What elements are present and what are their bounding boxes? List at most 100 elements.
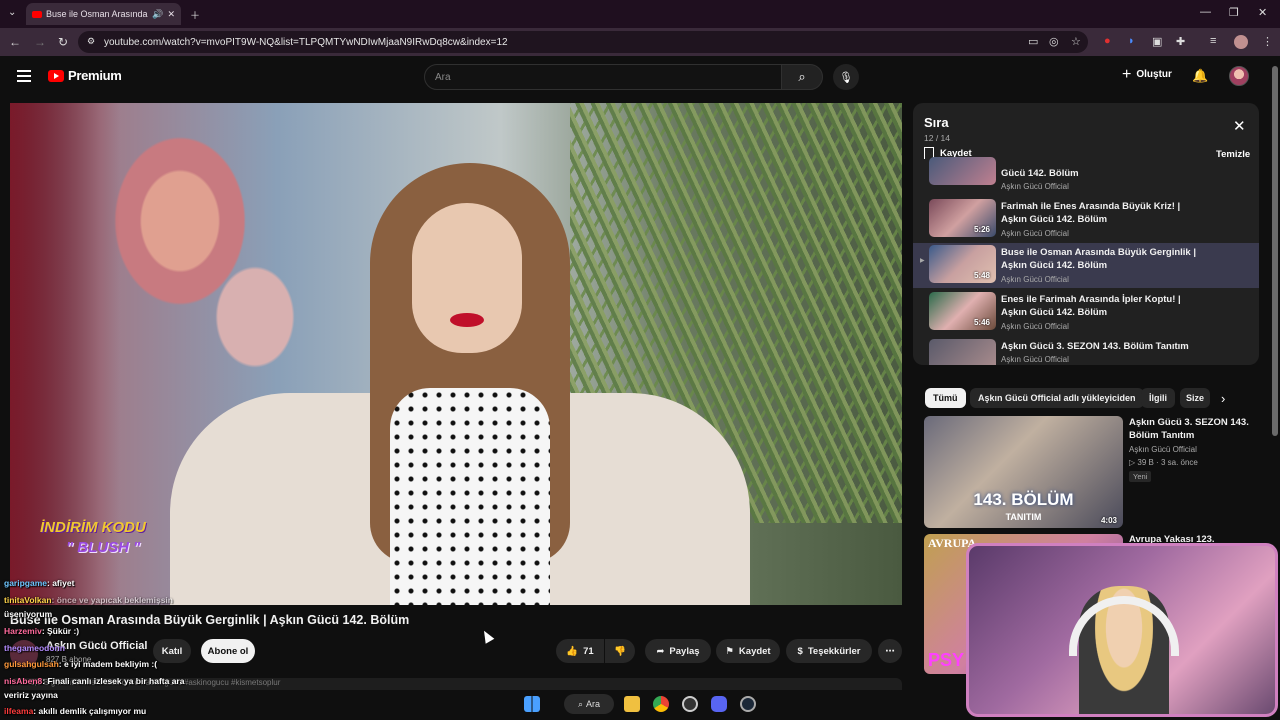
chat-user: Harzemiv — [4, 626, 42, 636]
thanks-label: Teşekkürler — [807, 645, 861, 657]
like-button[interactable]: 👍 71 — [556, 639, 604, 663]
steam-icon[interactable] — [740, 696, 756, 712]
address-bar[interactable]: ⚙ youtube.com/watch?v=mvoPIT9W-NQ&list=T… — [78, 31, 1088, 53]
streamer-webcam — [966, 543, 1278, 717]
chat-message: garipgame: afiyet — [4, 578, 74, 588]
cast-icon[interactable]: ▭ — [1028, 35, 1038, 48]
minimize-icon[interactable]: — — [1200, 6, 1211, 18]
chip-uploader[interactable]: Aşkın Gücü Official adlı yükleyiciden — [970, 388, 1144, 408]
search-input[interactable]: Ara — [424, 64, 782, 90]
new-tab-icon[interactable]: ＋ — [190, 7, 200, 22]
duration-badge: 5:26 — [973, 225, 990, 234]
thanks-button[interactable]: $ Teşekkürler — [786, 639, 872, 663]
discord-icon[interactable] — [711, 696, 727, 712]
back-icon[interactable]: ← — [9, 35, 21, 49]
playlist-item-current[interactable]: ▶ 5:48 Buse ile Osman Arasında Büyük Ger… — [913, 243, 1259, 288]
notifications-bell-icon[interactable]: 🔔 — [1192, 68, 1208, 84]
playlist-thumbnail: 5:26 — [929, 199, 996, 237]
chat-text: : e iyi madem bekliyim :( — [58, 659, 158, 669]
playlist-clear-button[interactable]: Temizle — [1216, 149, 1250, 160]
profile-avatar-icon[interactable] — [1234, 35, 1248, 49]
windows-start-icon[interactable] — [524, 696, 540, 712]
playlist-item-channel: Aşkın Gücü Official — [1001, 182, 1069, 191]
tab-close-icon[interactable]: ✕ — [167, 9, 175, 20]
chat-text: : afiyet — [47, 578, 75, 588]
playlist-item[interactable]: 5:26 Farimah ile Enes Arasında Büyük Kri… — [913, 197, 1259, 242]
save-bookmark-icon: ⚑ — [725, 645, 734, 657]
extension-shield-icon[interactable]: ▣ — [1152, 35, 1162, 48]
chat-user: garipgame — [4, 578, 47, 588]
create-button[interactable]: + Oluştur — [1122, 65, 1172, 83]
playlist-item-channel: Aşkın Gücü Official — [1001, 355, 1069, 364]
mouse-cursor — [479, 628, 495, 644]
chat-text: : Şükür :) — [41, 626, 80, 636]
chat-message: Harzemiv: Şükür :) — [4, 626, 79, 636]
share-button[interactable]: ➦ Paylaş — [645, 639, 711, 663]
playlist-thumbnail: 5:48 — [929, 245, 996, 283]
tab-search-icon[interactable]: ⌄ — [8, 7, 16, 18]
microphone-icon: 🎙 — [839, 71, 853, 84]
chevron-right-icon[interactable]: › — [1221, 391, 1225, 406]
playlist-item-title: Aşkın Gücü 3. SEZON 143. Bölüm Tanıtım — [1001, 341, 1189, 352]
playlist-item-title: Enes ile Farimah Arasında İpler Koptu! |… — [1001, 294, 1181, 318]
playlist-thumbnail: 5:46 — [929, 292, 996, 330]
extension-blue-icon[interactable]: ◗ — [1128, 35, 1135, 47]
polka-dot-top — [390, 388, 550, 605]
playlist-item[interactable]: Aşkın Gücü 3. SEZON 143. Bölüm Tanıtım A… — [913, 337, 1259, 365]
join-button[interactable]: Katıl — [153, 639, 191, 663]
chrome-icon[interactable] — [653, 696, 669, 712]
duration-badge: 5:48 — [973, 271, 990, 280]
file-explorer-icon[interactable] — [624, 696, 640, 712]
plus-icon: + — [1122, 65, 1132, 83]
restore-icon[interactable]: ❐ — [1229, 6, 1239, 19]
playlist-item-title: Gücü 142. Bölüm — [1001, 168, 1079, 179]
site-info-icon[interactable]: ⚙ — [87, 36, 95, 47]
menu-kebab-icon[interactable]: ⋮ — [1262, 35, 1273, 48]
voice-search-button[interactable]: 🎙 — [833, 64, 859, 90]
thanks-icon: $ — [797, 645, 803, 657]
video-player[interactable]: İNDİRİM KODU " BLUSH " — [10, 103, 902, 605]
taskbar-search-label: Ara — [586, 699, 601, 709]
account-avatar[interactable] — [1229, 66, 1249, 86]
tab-search-list-icon[interactable]: ≡ — [1210, 35, 1216, 47]
speaker-icon: 🔊 — [152, 8, 164, 19]
duration-badge: 5:46 — [973, 318, 990, 327]
save-button[interactable]: ⚑ Kaydet — [716, 639, 780, 663]
chip-all[interactable]: Tümü — [925, 388, 966, 408]
forward-icon[interactable]: → — [34, 35, 46, 49]
bookmark-star-icon[interactable]: ☆ — [1071, 35, 1081, 48]
share-arrow-icon: ➦ — [656, 645, 665, 657]
promo-line1: İNDİRİM KODU — [40, 519, 146, 536]
page-scrollbar[interactable] — [1272, 66, 1278, 436]
app-icon[interactable] — [682, 696, 698, 712]
thumbnail-overlay-subtext: TANITIM — [1005, 512, 1042, 522]
lips — [450, 313, 484, 327]
playlist-item[interactable]: 5:46 Enes ile Farimah Arasında İpler Kop… — [913, 290, 1259, 335]
duration-badge: 4:03 — [1100, 516, 1117, 525]
close-icon[interactable]: ✕ — [1233, 119, 1246, 134]
browser-tab[interactable]: Buse ile Osman Arasında Bü 🔊 ✕ — [26, 3, 181, 25]
youtube-header: Premium Ara ⌕ 🎙 + Oluştur 🔔 — [0, 56, 1280, 100]
hide-icon[interactable]: ◎ — [1049, 35, 1059, 48]
subscribe-button[interactable]: Abone ol — [201, 639, 255, 663]
search-icon: ⌕ — [798, 69, 806, 84]
chat-text: : önce ve yapıcak beklemişsin — [51, 595, 173, 605]
more-horizontal-icon: ⋯ — [885, 645, 895, 657]
search-button[interactable]: ⌕ — [781, 64, 823, 90]
playlist-item-channel: Aşkın Gücü Official — [1001, 322, 1069, 331]
more-actions-button[interactable]: ⋯ — [878, 639, 902, 663]
youtube-premium-logo[interactable]: Premium — [48, 68, 122, 83]
close-window-icon[interactable]: ✕ — [1258, 6, 1267, 19]
reload-icon[interactable]: ↻ — [58, 35, 68, 49]
dislike-button[interactable]: 👎 — [605, 639, 635, 663]
extensions-puzzle-icon[interactable]: ✚ — [1176, 35, 1185, 48]
recommendation-title[interactable]: Aşkın Gücü 3. SEZON 143. Bölüm Tanıtım — [1129, 416, 1249, 442]
chip-related[interactable]: İlgili — [1141, 388, 1175, 408]
chip-for-you[interactable]: Size — [1180, 388, 1210, 408]
recommendation-thumbnail[interactable]: 143. BÖLÜM TANITIM 4:03 — [924, 416, 1123, 528]
extension-red-icon[interactable]: ● — [1104, 35, 1111, 47]
taskbar-search[interactable]: ⌕ Ara — [564, 694, 614, 714]
menu-hamburger-icon[interactable] — [17, 70, 31, 82]
playlist-item[interactable]: Gücü 142. Bölüm Aşkın Gücü Official — [913, 157, 1259, 195]
logo-text: Premium — [68, 68, 122, 83]
